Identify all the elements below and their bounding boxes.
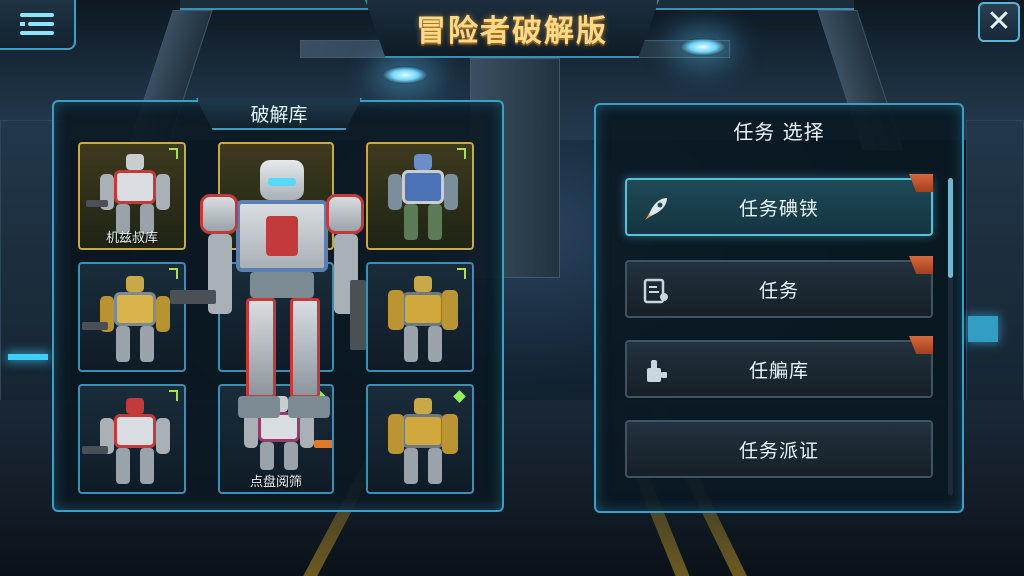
badge-icon xyxy=(909,336,933,354)
scrollbar-thumb[interactable] xyxy=(948,178,953,278)
wall-light xyxy=(8,354,48,360)
card-label: 点盘阅筛 xyxy=(249,475,302,490)
tag-icon xyxy=(169,268,178,279)
wall-screen xyxy=(968,316,998,342)
mech-card[interactable] xyxy=(366,142,474,250)
mission-button-2[interactable]: 任务 xyxy=(625,256,933,318)
close-icon: ✕ xyxy=(986,4,1012,39)
title-bar: 冒险者破解版 xyxy=(365,0,659,58)
featured-mech[interactable] xyxy=(170,160,370,460)
title-bar-wing xyxy=(654,0,854,10)
library-tab: 破解库 xyxy=(196,98,362,130)
menu-button[interactable] xyxy=(0,0,76,50)
mech-card[interactable] xyxy=(78,384,186,494)
mission-label: 任务派证 xyxy=(738,439,819,462)
ceiling-light xyxy=(680,38,726,56)
tag-icon xyxy=(169,148,178,159)
tag-icon xyxy=(169,390,178,401)
library-tab-label: 破解库 xyxy=(250,103,308,126)
mech-card[interactable] xyxy=(366,262,474,372)
mission-button-1[interactable]: 任务碘铗 xyxy=(625,174,933,236)
mech-card[interactable] xyxy=(78,262,186,372)
mission-label: 任务碘铗 xyxy=(738,197,819,220)
rocket-icon xyxy=(641,194,671,224)
tag-icon xyxy=(457,268,466,279)
card-label: 机兹叔库 xyxy=(105,231,158,246)
mech-card[interactable]: 机兹叔库 xyxy=(78,142,186,250)
tag-icon xyxy=(457,148,466,159)
mission-panel-title: 任务 选择 xyxy=(733,120,825,144)
page-title: 冒险者破解版 xyxy=(416,14,608,49)
badge-icon xyxy=(909,256,933,274)
title-bar-wing xyxy=(180,0,370,10)
close-button[interactable]: ✕ xyxy=(978,2,1020,42)
mech-card[interactable] xyxy=(366,384,474,494)
mission-button-3[interactable]: 任艑库 xyxy=(625,336,933,398)
ceiling-light xyxy=(382,66,428,84)
gem-icon xyxy=(453,390,466,403)
badge-icon xyxy=(909,174,933,192)
menu-icon xyxy=(20,12,54,36)
mission-button-4[interactable]: 任务派证 xyxy=(625,420,933,478)
side-wall xyxy=(966,120,1024,420)
document-icon xyxy=(641,276,671,306)
mission-label: 任务 xyxy=(758,279,799,302)
mission-scrollbar[interactable] xyxy=(948,178,953,496)
mission-label: 任艑库 xyxy=(748,359,809,382)
thumb-icon xyxy=(641,356,671,386)
